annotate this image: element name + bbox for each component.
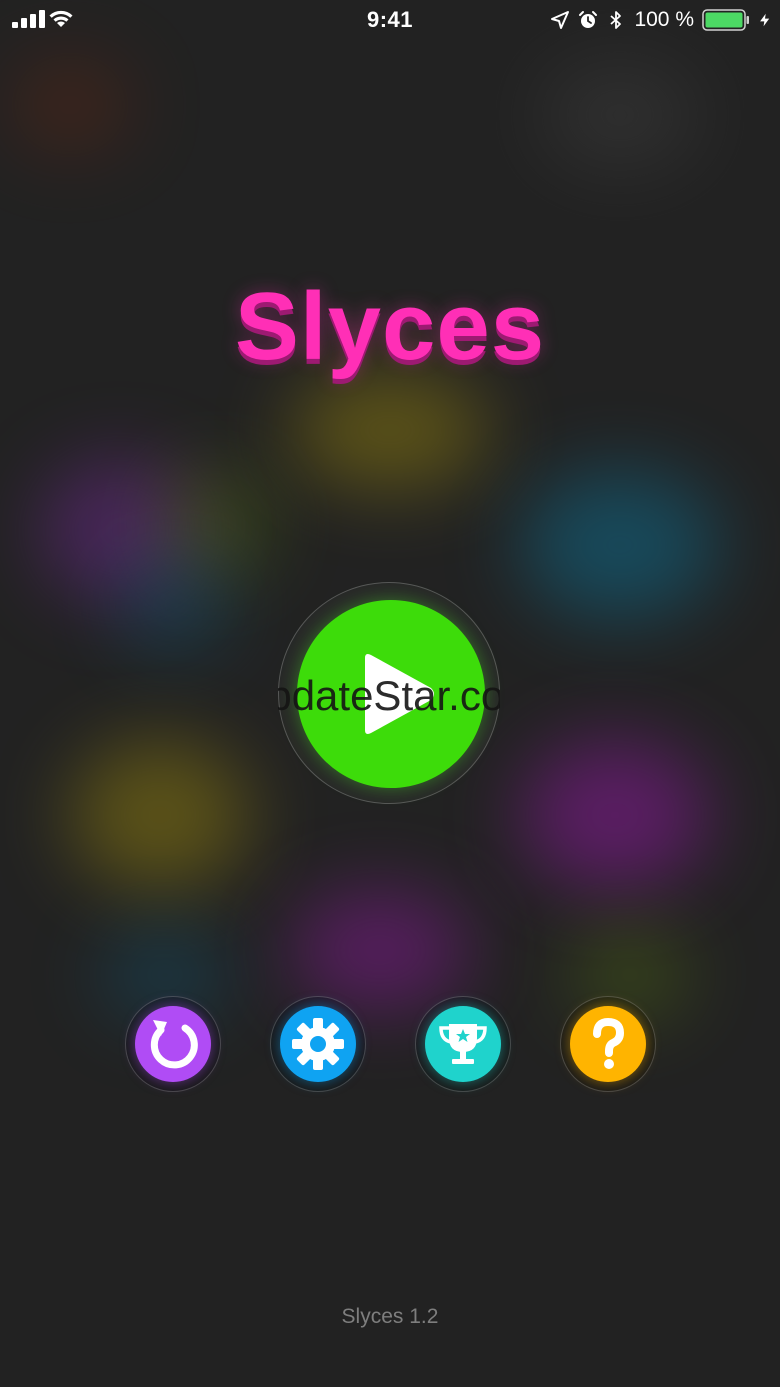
play-icon	[365, 654, 434, 734]
leaderboard-button[interactable]	[415, 996, 511, 1092]
location-arrow-icon	[551, 11, 570, 29]
help-button[interactable]	[560, 996, 656, 1092]
help-icon	[593, 1018, 624, 1069]
status-right-group: 100 %	[550, 6, 772, 34]
battery-percent: 100 %	[634, 8, 694, 31]
play-button[interactable]	[297, 600, 485, 788]
background-blob	[70, 740, 250, 890]
restart-button[interactable]	[125, 996, 221, 1092]
background-blob	[120, 560, 230, 650]
background-blob	[290, 890, 470, 1010]
background-blob	[290, 370, 490, 490]
settings-button[interactable]	[270, 996, 366, 1092]
game-menu-screen: 9:41 100 % Slyces pdateStar.co Slyces 1.…	[0, 0, 780, 1387]
leaderboard-button-face	[425, 1006, 501, 1082]
trophy-icon	[439, 1024, 487, 1064]
alarm-icon	[579, 11, 598, 28]
battery-icon	[702, 9, 749, 31]
version-label: Slyces 1.2	[341, 1305, 439, 1328]
status-bar: 9:41 100 %	[0, 0, 780, 40]
background-blob	[520, 470, 720, 620]
charging-bolt-icon	[760, 13, 770, 27]
bluetooth-icon	[610, 11, 622, 29]
restart-button-face	[135, 1006, 211, 1082]
game-title: Slyces	[234, 273, 546, 380]
background-blob	[10, 60, 130, 150]
help-button-face	[570, 1006, 646, 1082]
gear-icon	[292, 1018, 344, 1070]
background-blob	[520, 740, 710, 890]
restart-icon	[150, 1020, 198, 1069]
background-blob	[540, 60, 700, 170]
settings-button-face	[280, 1006, 356, 1082]
